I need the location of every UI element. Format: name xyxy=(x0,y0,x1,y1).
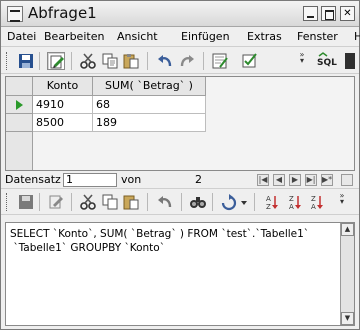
close-button[interactable] xyxy=(340,6,355,21)
menu-fenster[interactable]: Fenster xyxy=(297,30,338,43)
table-cell[interactable]: 189 xyxy=(93,114,206,132)
toolbar-separator xyxy=(39,52,40,70)
menu-extras[interactable]: Extras xyxy=(247,30,282,43)
grid-corner xyxy=(6,77,33,96)
toolbar-overflow-icon[interactable]: » ▾ xyxy=(299,51,305,70)
toolbar-overflow-icon[interactable]: » ▾ xyxy=(339,192,345,211)
scroll-up-icon[interactable]: ▲ xyxy=(341,223,354,236)
menu-hilfe[interactable]: H xyxy=(354,30,360,43)
sql-mode-icon[interactable]: SQL xyxy=(316,52,340,70)
previous-record-button[interactable]: ◀ xyxy=(273,174,285,186)
svg-text:A: A xyxy=(266,195,271,203)
row-header xyxy=(6,132,33,170)
toolbar-separator xyxy=(71,193,72,211)
menu-bearbeiten[interactable]: Bearbeiten xyxy=(44,30,104,43)
row-header[interactable] xyxy=(6,114,33,132)
record-of-label: von xyxy=(121,173,142,186)
current-row-icon xyxy=(16,100,23,110)
record-total: 2 xyxy=(195,173,202,186)
save-icon[interactable] xyxy=(17,193,35,211)
svg-text:A: A xyxy=(311,203,316,211)
toolbar-separator xyxy=(203,52,204,70)
copy-icon[interactable] xyxy=(101,193,119,211)
maximize-button[interactable] xyxy=(321,6,336,21)
save-icon[interactable] xyxy=(17,52,35,70)
toolbar-separator xyxy=(181,193,182,211)
next-record-button[interactable]: ▶ xyxy=(289,174,301,186)
undo-icon[interactable] xyxy=(156,193,174,211)
copy-icon[interactable] xyxy=(101,52,119,70)
svg-text:A: A xyxy=(289,203,294,211)
last-record-button[interactable]: ▶| xyxy=(305,174,317,186)
svg-text:Z: Z xyxy=(266,203,271,211)
redo-icon[interactable] xyxy=(178,52,196,70)
undo-icon[interactable] xyxy=(156,52,174,70)
svg-text:SQL: SQL xyxy=(317,58,337,68)
toolbar-separator xyxy=(39,193,40,211)
table-cell[interactable]: 68 xyxy=(93,96,206,114)
toolbar-dropdown-button[interactable] xyxy=(345,53,355,69)
refresh-dropdown-icon[interactable] xyxy=(239,193,249,211)
new-record-button[interactable]: ▶* xyxy=(321,174,333,186)
edit-mode-icon[interactable] xyxy=(47,52,65,70)
refresh-icon[interactable] xyxy=(220,193,238,211)
vertical-scrollbar[interactable]: ▲ ▼ xyxy=(340,223,354,325)
toolbar-grip[interactable] xyxy=(6,52,9,70)
sort-ascending-icon[interactable]: AZ xyxy=(262,193,280,211)
toolbar-separator xyxy=(71,52,72,70)
run-query-icon[interactable] xyxy=(211,52,229,70)
svg-text:Z: Z xyxy=(311,195,316,203)
first-record-button[interactable]: |◀ xyxy=(257,174,269,186)
edit-mode-icon[interactable] xyxy=(47,193,65,211)
window-title: Abfrage1 xyxy=(28,4,97,22)
column-header-sum-betrag[interactable]: SUM( `Betrag` ) xyxy=(93,77,206,96)
column-header-konto[interactable]: Konto xyxy=(33,77,93,96)
design-view-icon[interactable] xyxy=(241,52,259,70)
cut-icon[interactable] xyxy=(79,52,97,70)
query-window: Abfrage1 Datei Bearbeiten Ansicht Einfüg… xyxy=(0,0,360,330)
find-icon[interactable] xyxy=(189,193,207,211)
query-design-toolbar: AZ ZA ZA » ▾ xyxy=(1,188,359,215)
record-number-input[interactable]: 1 xyxy=(63,173,117,187)
table-cell[interactable]: 4910 xyxy=(33,96,93,114)
paste-icon[interactable] xyxy=(122,193,140,211)
menu-datei[interactable]: Datei xyxy=(7,30,36,43)
record-label: Datensatz xyxy=(5,173,61,186)
menu-bar: Datei Bearbeiten Ansicht Einfügen Extras… xyxy=(1,28,360,47)
scroll-right-button[interactable] xyxy=(341,174,353,186)
menu-einfuegen[interactable]: Einfügen xyxy=(181,30,230,43)
result-grid: Konto SUM( `Betrag` ) 4910 68 8500 189 xyxy=(5,76,355,171)
toolbar-separator xyxy=(147,52,148,70)
toolbar-separator xyxy=(254,193,255,211)
app-icon xyxy=(7,6,23,22)
toolbar-separator xyxy=(212,193,213,211)
autofilter-icon[interactable]: ZA xyxy=(308,193,326,211)
scroll-down-icon[interactable]: ▼ xyxy=(341,312,354,325)
svg-text:Z: Z xyxy=(289,195,294,203)
record-navigation: Datensatz 1 von 2 |◀ ◀ ▶ ▶| ▶* xyxy=(5,173,355,187)
sort-descending-icon[interactable]: ZA xyxy=(285,193,303,211)
title-bar: Abfrage1 xyxy=(1,1,359,27)
table-cell[interactable]: 8500 xyxy=(33,114,93,132)
cut-icon[interactable] xyxy=(79,193,97,211)
toolbar-separator xyxy=(147,193,148,211)
row-header[interactable] xyxy=(6,96,33,114)
main-toolbar: » ▾ SQL xyxy=(1,48,359,74)
toolbar-grip[interactable] xyxy=(6,193,9,211)
sql-editor[interactable]: SELECT `Konto`, SUM( `Betrag` ) FROM `te… xyxy=(5,222,355,326)
paste-icon[interactable] xyxy=(122,52,140,70)
minimize-button[interactable] xyxy=(303,6,318,21)
menu-ansicht[interactable]: Ansicht xyxy=(117,30,158,43)
sql-statement[interactable]: SELECT `Konto`, SUM( `Betrag` ) FROM `te… xyxy=(10,227,338,255)
